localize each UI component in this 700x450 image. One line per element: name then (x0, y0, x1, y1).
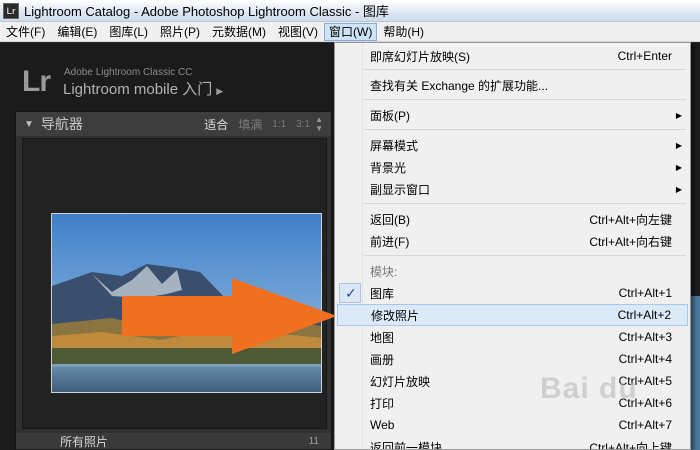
menu-file[interactable]: 文件(F) (0, 23, 51, 41)
baidu-watermark: Bai du (540, 372, 638, 405)
menu-item-label: 图库 (370, 286, 395, 301)
lightroom-logo: Lr (22, 65, 51, 98)
menu-item-develop[interactable]: 修改照片 Ctrl+Alt+2 (337, 304, 688, 326)
zoom-3-1-option[interactable]: 3:1 (296, 119, 310, 130)
menu-metadata[interactable]: 元数据(M) (206, 23, 272, 41)
menu-item-label: 即席幻灯片放映(S) (370, 49, 470, 64)
menu-item-find-exchange[interactable]: 查找有关 Exchange 的扩展功能... (337, 74, 688, 96)
zoom-stepper-icon[interactable]: ▲ ▼ (315, 115, 323, 133)
submenu-arrow-icon: ▶ (675, 140, 682, 150)
menu-heading-modules: 模块: (337, 260, 688, 282)
menu-item-secondary-display[interactable]: 副显示窗口 ▶ (337, 178, 688, 200)
zoom-1-1-option[interactable]: 1:1 (272, 119, 286, 130)
menu-item-shortcut: Ctrl+Alt+2 (617, 308, 671, 322)
menu-item-label: 副显示窗口 (370, 182, 431, 197)
triangle-right-icon: ▶ (216, 86, 224, 96)
menu-item-screen-mode[interactable]: 屏幕模式 ▶ (337, 134, 688, 156)
window-title: Lightroom Catalog - Adobe Photoshop Ligh… (24, 4, 389, 19)
menu-item-shortcut: Ctrl+Alt+3 (618, 330, 672, 344)
zoom-fill-option[interactable]: 填满 (238, 116, 262, 133)
menu-item-panels[interactable]: 面板(P) ▶ (337, 104, 688, 126)
brand-product-name: Adobe Lightroom Classic CC (64, 67, 193, 78)
menu-item-book[interactable]: 画册 Ctrl+Alt+4 (337, 348, 688, 370)
menu-bar: 文件(F) 编辑(E) 图库(L) 照片(P) 元数据(M) 视图(V) 窗口(… (0, 22, 700, 42)
submenu-arrow-icon: ▶ (675, 162, 682, 172)
menu-separator (364, 203, 686, 204)
collapse-triangle-icon[interactable]: ▼ (24, 119, 34, 130)
menu-item-label: 背景光 (370, 160, 407, 175)
menu-item-label: 前进(F) (370, 234, 410, 249)
menu-item-impromptu-slideshow[interactable]: 即席幻灯片放映(S) Ctrl+Enter (337, 45, 688, 67)
orange-arrow-icon (122, 278, 337, 354)
submenu-arrow-icon: ▶ (675, 184, 682, 194)
menu-item-lights-out[interactable]: 背景光 ▶ (337, 156, 688, 178)
navigator-title: 导航器 (40, 116, 83, 132)
zoom-fit-option[interactable]: 适合 (204, 116, 228, 133)
menu-photo[interactable]: 照片(P) (154, 23, 206, 41)
menu-item-label: 返回前一模块 (370, 440, 443, 450)
background-photo-strip (691, 296, 700, 450)
menu-item-web[interactable]: Web Ctrl+Alt+7 (337, 414, 688, 436)
menu-item-label: 幻灯片放映 (370, 374, 431, 389)
menu-item-label: 地图 (370, 330, 395, 345)
menu-item-label: 画册 (370, 352, 395, 367)
menu-item-go-forward[interactable]: 前进(F) Ctrl+Alt+向右键 (337, 230, 688, 252)
menu-item-go-back[interactable]: 返回(B) Ctrl+Alt+向左键 (337, 208, 688, 230)
menu-item-map[interactable]: 地图 Ctrl+Alt+3 (337, 326, 688, 348)
menu-item-library[interactable]: ✓ 图库 Ctrl+Alt+1 (337, 282, 688, 304)
menu-library[interactable]: 图库(L) (103, 23, 154, 41)
catalog-all-photos[interactable]: 所有照片 11 (16, 433, 331, 449)
menu-item-previous-module[interactable]: 返回前一模块 Ctrl+Alt+向上键 (337, 436, 688, 450)
navigator-header[interactable]: ▼ 导航器 适合 填满 1:1 3:1 ▲ ▼ (16, 112, 331, 136)
menu-view[interactable]: 视图(V) (272, 23, 324, 41)
brand-mobile-label: Lightroom mobile 入门 (63, 81, 213, 98)
menu-item-shortcut: Ctrl+Enter (617, 49, 672, 63)
menu-item-label: 返回(B) (370, 212, 410, 227)
menu-separator (364, 99, 686, 100)
menu-item-label: 查找有关 Exchange 的扩展功能... (370, 78, 549, 93)
menu-item-shortcut: Ctrl+Alt+向右键 (589, 234, 672, 249)
title-bar: Lr Lightroom Catalog - Adobe Photoshop L… (0, 0, 700, 22)
menu-item-shortcut: Ctrl+Alt+向上键 (589, 440, 672, 450)
menu-separator (364, 129, 686, 130)
menu-item-shortcut: Ctrl+Alt+向左键 (589, 212, 672, 227)
menu-item-label: 屏幕模式 (370, 138, 419, 153)
menu-item-label: 打印 (370, 396, 395, 411)
submenu-arrow-icon: ▶ (675, 110, 682, 120)
menu-item-label: 面板(P) (370, 108, 410, 123)
catalog-item-label: 所有照片 (60, 434, 109, 449)
menu-item-shortcut: Ctrl+Alt+1 (618, 286, 672, 300)
brand-mobile-link[interactable]: Lightroom mobile 入门 ▶ (63, 78, 223, 99)
menu-item-label: 修改照片 (371, 308, 420, 323)
menu-item-label: Web (370, 418, 395, 432)
menu-help[interactable]: 帮助(H) (377, 23, 430, 41)
menu-window[interactable]: 窗口(W) (324, 22, 378, 41)
menu-item-shortcut: Ctrl+Alt+4 (618, 352, 672, 366)
lightroom-app-icon: Lr (3, 2, 19, 19)
menu-item-label: 模块: (370, 264, 398, 279)
catalog-item-count: 11 (308, 435, 319, 447)
menu-separator (364, 69, 686, 70)
checkmark-icon: ✓ (345, 284, 357, 301)
menu-edit[interactable]: 编辑(E) (51, 23, 103, 41)
menu-item-shortcut: Ctrl+Alt+7 (618, 418, 672, 432)
menu-separator (364, 255, 686, 256)
